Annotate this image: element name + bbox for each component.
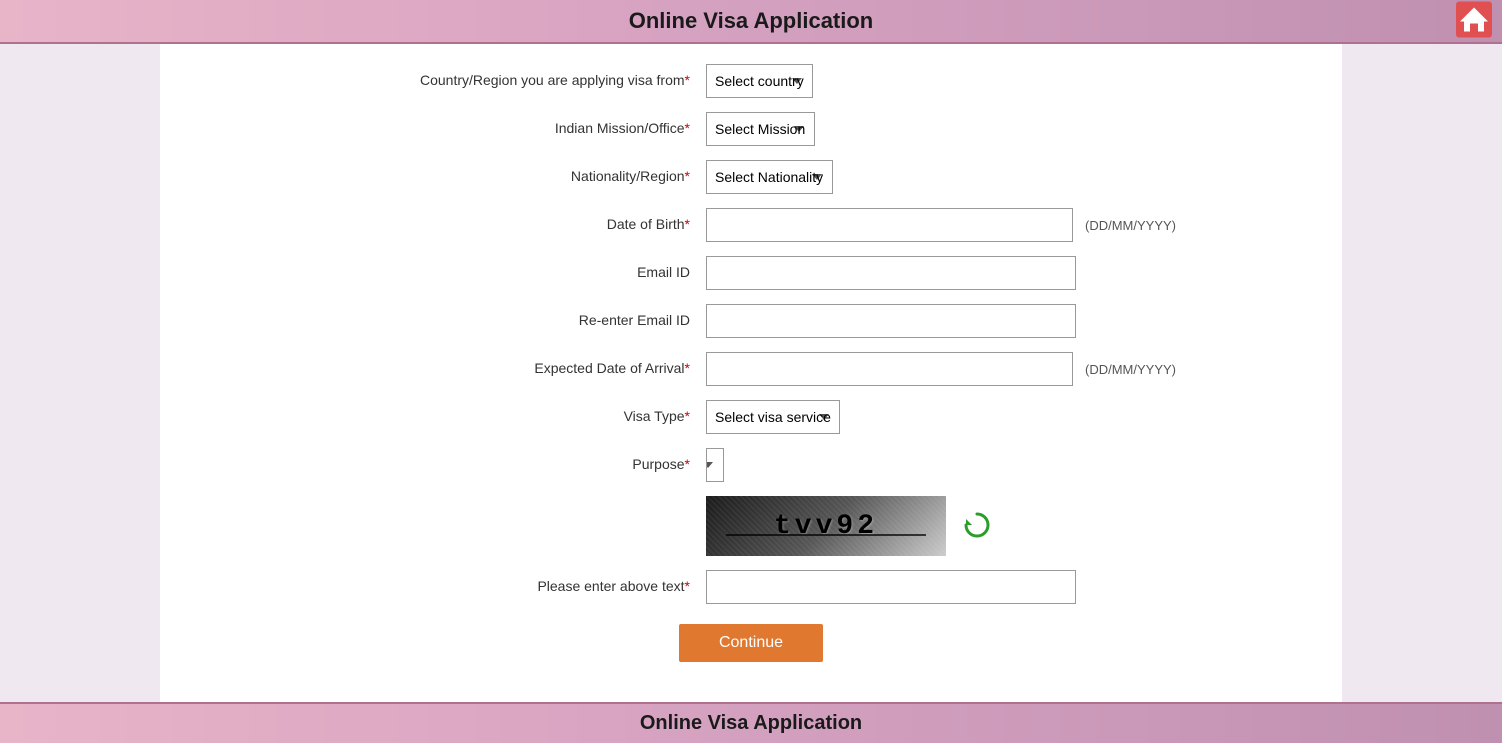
home-icon (1456, 2, 1492, 38)
select-wrapper-visa-type: Select visa service (706, 400, 1076, 434)
continue-row: Continue (326, 624, 1176, 662)
re-email-input[interactable] (706, 304, 1076, 338)
label-mission: Indian Mission/Office* (326, 119, 706, 139)
form-row-arrival: Expected Date of Arrival* (DD/MM/YYYY) (326, 352, 1176, 386)
required-star-country: * (685, 72, 690, 88)
country-select[interactable]: Select country (706, 64, 813, 98)
footer-title: Online Visa Application (640, 712, 862, 734)
form-row-dob: Date of Birth* (DD/MM/YYYY) (326, 208, 1176, 242)
footer-bar: Online Visa Application (0, 702, 1502, 743)
visa-type-select[interactable]: Select visa service (706, 400, 840, 434)
form-container: Country/Region you are applying visa fro… (326, 64, 1176, 662)
label-dob: Date of Birth* (326, 215, 706, 235)
form-row-visa-type: Visa Type* Select visa service (326, 400, 1176, 434)
page-wrapper: Online Visa Application Country/Region y… (0, 0, 1502, 743)
form-row-purpose: Purpose* (326, 448, 1176, 482)
required-star-captcha: * (685, 578, 690, 594)
refresh-icon (962, 510, 992, 540)
form-row-nationality: Nationality/Region* Select Nationality (326, 160, 1176, 194)
nationality-select[interactable]: Select Nationality (706, 160, 833, 194)
label-purpose: Purpose* (326, 455, 706, 475)
label-visa-type: Visa Type* (326, 407, 706, 427)
header-bar: Online Visa Application (0, 0, 1502, 44)
select-wrapper-purpose (706, 448, 1076, 482)
captcha-row: tvv92 (706, 496, 1176, 556)
email-input[interactable] (706, 256, 1076, 290)
select-wrapper-mission: Select Mission (706, 112, 1076, 146)
label-nationality: Nationality/Region* (326, 167, 706, 187)
label-arrival: Expected Date of Arrival* (326, 359, 706, 379)
select-wrapper-nationality: Select Nationality (706, 160, 1076, 194)
continue-button[interactable]: Continue (679, 624, 823, 662)
dob-hint: (DD/MM/YYYY) (1085, 218, 1176, 233)
form-row-email: Email ID (326, 256, 1176, 290)
form-row-country: Country/Region you are applying visa fro… (326, 64, 1176, 98)
form-row-captcha-input: Please enter above text* (326, 570, 1176, 604)
form-row-mission: Indian Mission/Office* Select Mission (326, 112, 1176, 146)
label-country: Country/Region you are applying visa fro… (326, 71, 706, 91)
required-star-arrival: * (685, 360, 690, 376)
label-re-email: Re-enter Email ID (326, 311, 706, 331)
header-title: Online Visa Application (629, 8, 874, 33)
mission-select[interactable]: Select Mission (706, 112, 815, 146)
main-content: Country/Region you are applying visa fro… (160, 44, 1342, 702)
purpose-select[interactable] (706, 448, 724, 482)
captcha-image: tvv92 (706, 496, 946, 556)
required-star-nationality: * (685, 168, 690, 184)
label-captcha: Please enter above text* (326, 577, 706, 597)
required-star-dob: * (685, 216, 690, 232)
captcha-line (726, 534, 926, 536)
home-icon-wrap[interactable] (1456, 2, 1492, 41)
dob-input[interactable] (706, 208, 1073, 242)
form-row-re-email: Re-enter Email ID (326, 304, 1176, 338)
required-star-mission: * (685, 120, 690, 136)
required-star-purpose: * (685, 456, 690, 472)
arrival-hint: (DD/MM/YYYY) (1085, 362, 1176, 377)
required-star-visa-type: * (685, 408, 690, 424)
captcha-input[interactable] (706, 570, 1076, 604)
select-wrapper-country: Select country (706, 64, 1076, 98)
arrival-input[interactable] (706, 352, 1073, 386)
label-email: Email ID (326, 263, 706, 283)
refresh-icon-wrap[interactable] (962, 510, 992, 543)
captcha-text-display: tvv92 (774, 511, 878, 542)
